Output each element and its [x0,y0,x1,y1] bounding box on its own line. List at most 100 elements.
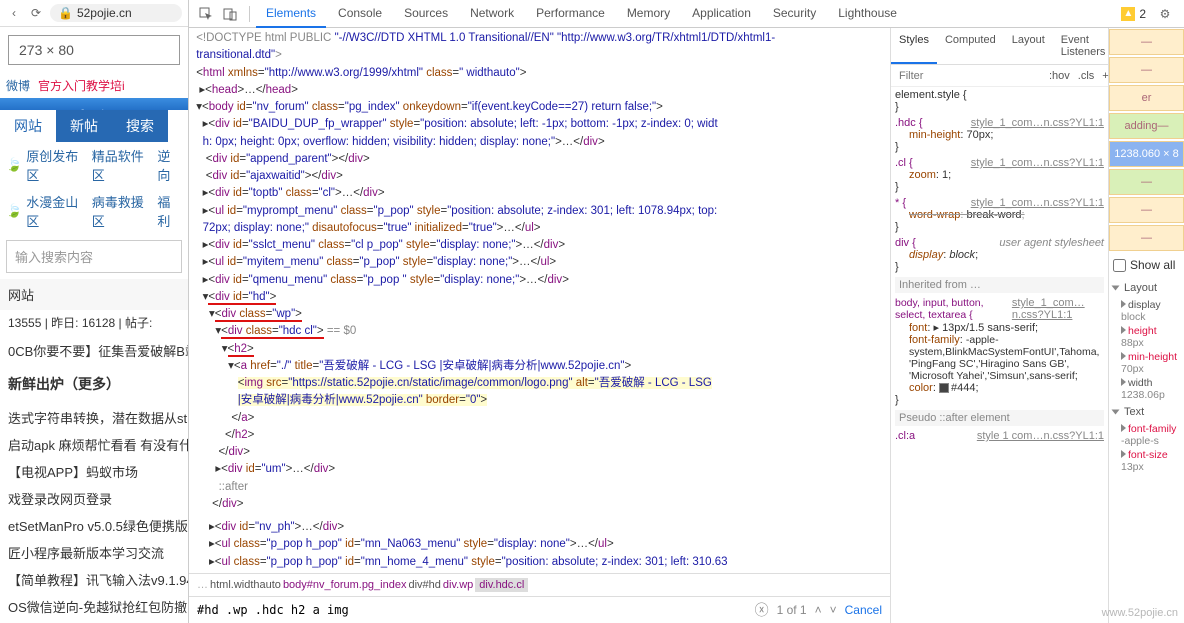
next-icon[interactable]: ˅ [830,603,837,617]
chevron-down-icon[interactable] [1112,410,1120,415]
inspect-icon[interactable] [195,3,217,25]
thread-link[interactable]: 【简单教程】讯飞输入法v9.1.946 [0,566,188,593]
forum-link[interactable]: 原创发布区 [26,146,88,184]
elements-panel: <!DOCTYPE html PUBLIC "-//W3C//DTD XHTML… [189,28,891,623]
color-swatch[interactable] [939,383,949,393]
tab-event-listeners[interactable]: Event Listeners [1053,28,1114,64]
toplink-tutorial[interactable]: 官方入门教学培i [38,77,125,94]
box-border: er [1109,85,1184,111]
section-text: Text [1109,402,1184,422]
reload-icon[interactable]: ⟳ [28,5,44,21]
find-bar: ⓧ 1 of 1 ˄ ˅ Cancel [189,596,890,623]
chevron-right-icon[interactable] [1121,326,1126,334]
main-tabs: 网站 新帖 搜索 [0,110,188,142]
tab-styles[interactable]: Styles [891,28,937,64]
styles-filter-bar: :hov .cls + ▭ [891,65,1108,87]
tab-lighthouse[interactable]: Lighthouse [828,0,907,28]
thread-link[interactable]: 戏登录改网页登录 [0,485,188,512]
find-cancel[interactable]: Cancel [845,603,882,617]
bc-item[interactable]: div.wp [443,579,473,591]
clear-icon[interactable]: ⓧ [755,600,769,620]
thread-link[interactable]: 启动apk 麻烦帮忙看看 有没有什 [0,431,188,458]
tab-sources[interactable]: Sources [394,0,458,28]
warnings-badge[interactable]: ▲ 2 [1121,7,1146,21]
box-c7: — [1109,197,1184,223]
hov-toggle[interactable]: :hov [1045,68,1074,84]
warning-icon: ▲ [1121,7,1135,21]
box-c8: — [1109,225,1184,251]
chevron-right-icon[interactable] [1121,352,1126,360]
thread-link[interactable]: OS微信逆向-免越狱抢红包防撤回 [0,593,188,620]
lock-icon: 🔒 [58,6,73,20]
find-count: 1 of 1 [777,603,807,617]
thread-link[interactable]: etSetManPro v5.0.5绿色便携版 [0,512,188,539]
styles-rules[interactable]: element.style { } .hdc {style_1_com…n.cs… [891,87,1108,623]
styles-tabs: Styles Computed Layout Event Listeners [891,28,1108,65]
top-links: 微博 官方入门教学培i [0,73,188,98]
find-input[interactable] [197,603,747,617]
device-toggle-icon[interactable] [219,3,241,25]
tab-layout[interactable]: Layout [1004,28,1053,64]
thread-link[interactable]: 【电视APP】蚂蚁市场 [0,458,188,485]
bc-item[interactable]: body#nv_forum.pg_index [283,579,407,591]
thread-link[interactable]: 匠小程序最新版本学习交流 [0,539,188,566]
forum-link[interactable]: 逆向 [157,146,182,184]
search-input[interactable]: 输入搜索内容 [6,240,182,273]
thread-link[interactable]: 迭式字符串转换，潜在数据从strin [0,404,188,431]
fresh-header: 新鲜出炉（更多） [0,366,188,402]
box-c6: — [1109,169,1184,195]
logo-text-1: 吾 爱 破 解 [10,104,178,110]
tab-new[interactable]: 新帖 [56,110,112,142]
forum-row-1: 🍃 原创发布区 精品软件区 逆向 [0,142,188,188]
forum-link[interactable]: 福利 [157,192,182,230]
show-all-checkbox[interactable]: Show all [1109,252,1184,278]
tab-console[interactable]: Console [328,0,392,28]
selected-node-marker: == $0 [324,325,357,337]
devtools-tabs: Elements Console Sources Network Perform… [256,0,1121,28]
chevron-right-icon[interactable] [1121,424,1126,432]
bc-item-selected[interactable]: div.hdc.cl [475,578,528,592]
tab-elements[interactable]: Elements [256,0,326,28]
chevron-right-icon[interactable] [1121,300,1126,308]
section-layout: Layout [1109,278,1184,298]
styles-panel: Styles Computed Layout Event Listeners :… [891,28,1109,623]
tab-site[interactable]: 网站 [0,110,56,142]
tab-memory[interactable]: Memory [617,0,680,28]
dom-breadcrumb[interactable]: … html.widthauto body#nv_forum.pg_index … [189,573,890,596]
url-box[interactable]: 🔒 52pojie.cn [50,4,182,22]
box-content: 1238.060 × 8 [1109,141,1184,167]
box-padding: adding— [1109,113,1184,139]
box-c2: — [1109,57,1184,83]
settings-icon[interactable]: ⚙ [1154,3,1176,25]
dom-tree[interactable]: <!DOCTYPE html PUBLIC "-//W3C//DTD XHTML… [189,28,890,573]
tab-performance[interactable]: Performance [526,0,615,28]
thread-link[interactable]: 0CB你要不要】征集吾爱破解B站 [0,337,188,364]
toplink-weibo[interactable]: 微博 [6,77,30,94]
tab-security[interactable]: Security [763,0,826,28]
bc-item[interactable]: div#hd [408,579,440,591]
chevron-down-icon[interactable] [1112,286,1120,291]
forum-link[interactable]: 精品软件区 [92,146,154,184]
webpage-panel: ‹ ⟳ 🔒 52pojie.cn 273 × 80 微博 官方入门教学培i 吾 … [0,0,189,623]
cls-toggle[interactable]: .cls [1074,68,1099,84]
warning-count: 2 [1139,7,1146,21]
site-logo[interactable]: 吾 爱 破 解 WW.52PoJiE.CN [0,98,188,110]
prev-icon[interactable]: ˄ [815,603,822,617]
forum-row-2: 🍃 水漫金山区 病毒救援区 福利 [0,188,188,234]
leaf-icon: 🍃 [6,157,22,173]
forum-link[interactable]: 水漫金山区 [26,192,88,230]
forum-link[interactable]: 病毒救援区 [92,192,154,230]
chevron-right-icon[interactable] [1121,450,1126,458]
back-icon[interactable]: ‹ [6,5,22,21]
bc-item[interactable]: html.widthauto [210,579,281,591]
leaf-icon: 🍃 [6,203,22,219]
tab-application[interactable]: Application [682,0,761,28]
devtools-header: Elements Console Sources Network Perform… [189,0,1184,28]
tab-network[interactable]: Network [460,0,524,28]
tab-search[interactable]: 搜索 [112,110,168,142]
browser-address-bar: ‹ ⟳ 🔒 52pojie.cn [0,0,188,27]
pseudo-after: Pseudo ::after element [895,410,1104,426]
chevron-right-icon[interactable] [1121,378,1126,386]
styles-filter-input[interactable] [895,68,1045,84]
tab-computed[interactable]: Computed [937,28,1004,64]
